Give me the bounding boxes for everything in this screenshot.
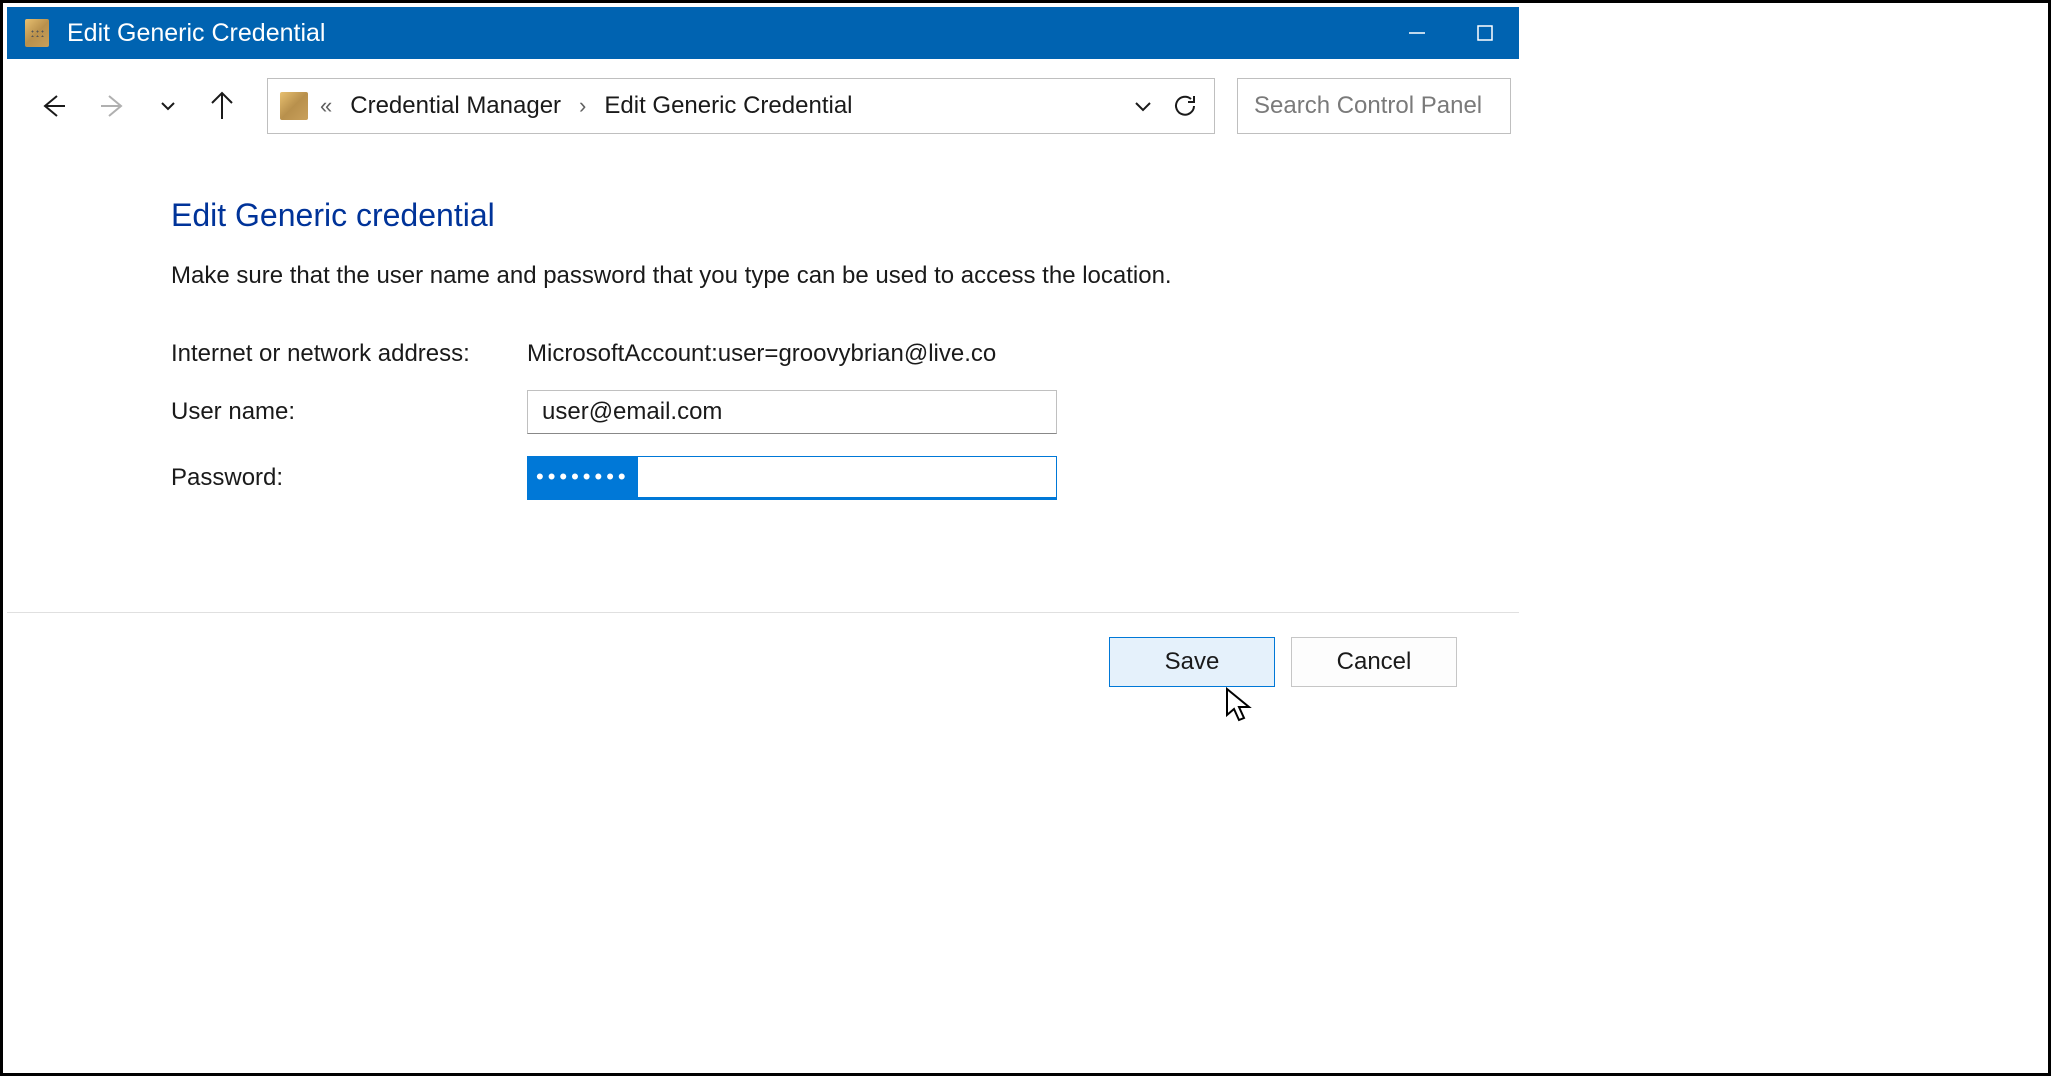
toolbar: « Credential Manager › Edit Generic Cred… [7,59,1519,153]
address-bar-right [1132,93,1208,119]
search-placeholder: Search Control Panel [1254,92,1482,120]
password-input[interactable]: •••••••• [527,456,1057,500]
titlebar: Edit Generic Credential [7,7,1519,59]
location-icon [280,92,308,120]
address-value: MicrosoftAccount:user=groovybrian@live.c… [527,340,996,368]
forward-button[interactable] [87,79,141,133]
arrow-up-icon [208,91,236,121]
arrow-left-icon [37,91,67,121]
chevron-down-icon [159,97,177,115]
cursor-icon [1225,687,1253,723]
window-title: Edit Generic Credential [67,19,325,48]
username-label: User name: [171,398,527,426]
cancel-button[interactable]: Cancel [1291,637,1457,687]
refresh-icon[interactable] [1172,93,1198,119]
maximize-button[interactable] [1451,7,1519,59]
address-bar[interactable]: « Credential Manager › Edit Generic Cred… [267,78,1215,134]
maximize-icon [1477,25,1493,41]
password-row: Password: •••••••• [171,456,1519,500]
chevron-down-icon[interactable] [1132,95,1154,117]
username-row: User name: [171,390,1519,434]
chevron-right-icon: › [577,93,588,119]
save-button[interactable]: Save [1109,637,1275,687]
address-label: Internet or network address: [171,340,527,368]
address-row: Internet or network address: MicrosoftAc… [171,340,1519,368]
up-button[interactable] [195,79,249,133]
footer-buttons: Save Cancel [1109,637,1457,687]
breadcrumb-current[interactable]: Edit Generic Credential [598,92,858,120]
breadcrumb-parent[interactable]: Credential Manager [344,92,567,120]
password-label: Password: [171,464,527,492]
footer-separator [7,612,1519,613]
password-selection: •••••••• [528,457,638,497]
instruction-text: Make sure that the user name and passwor… [171,262,1519,290]
search-input[interactable]: Search Control Panel [1237,78,1511,134]
window-controls [1383,7,1519,59]
breadcrumb-prefix-icon: « [318,93,334,119]
app-icon [25,19,49,47]
arrow-right-icon [99,91,129,121]
page-title: Edit Generic credential [171,197,1519,234]
window: Edit Generic Credential « Credential [7,7,1519,768]
back-button[interactable] [25,79,79,133]
recent-locations-button[interactable] [149,79,187,133]
content-area: Edit Generic credential Make sure that t… [7,153,1519,500]
username-input[interactable] [527,390,1057,434]
titlebar-left: Edit Generic Credential [25,19,325,48]
minimize-button[interactable] [1383,7,1451,59]
minimize-icon [1408,24,1426,42]
